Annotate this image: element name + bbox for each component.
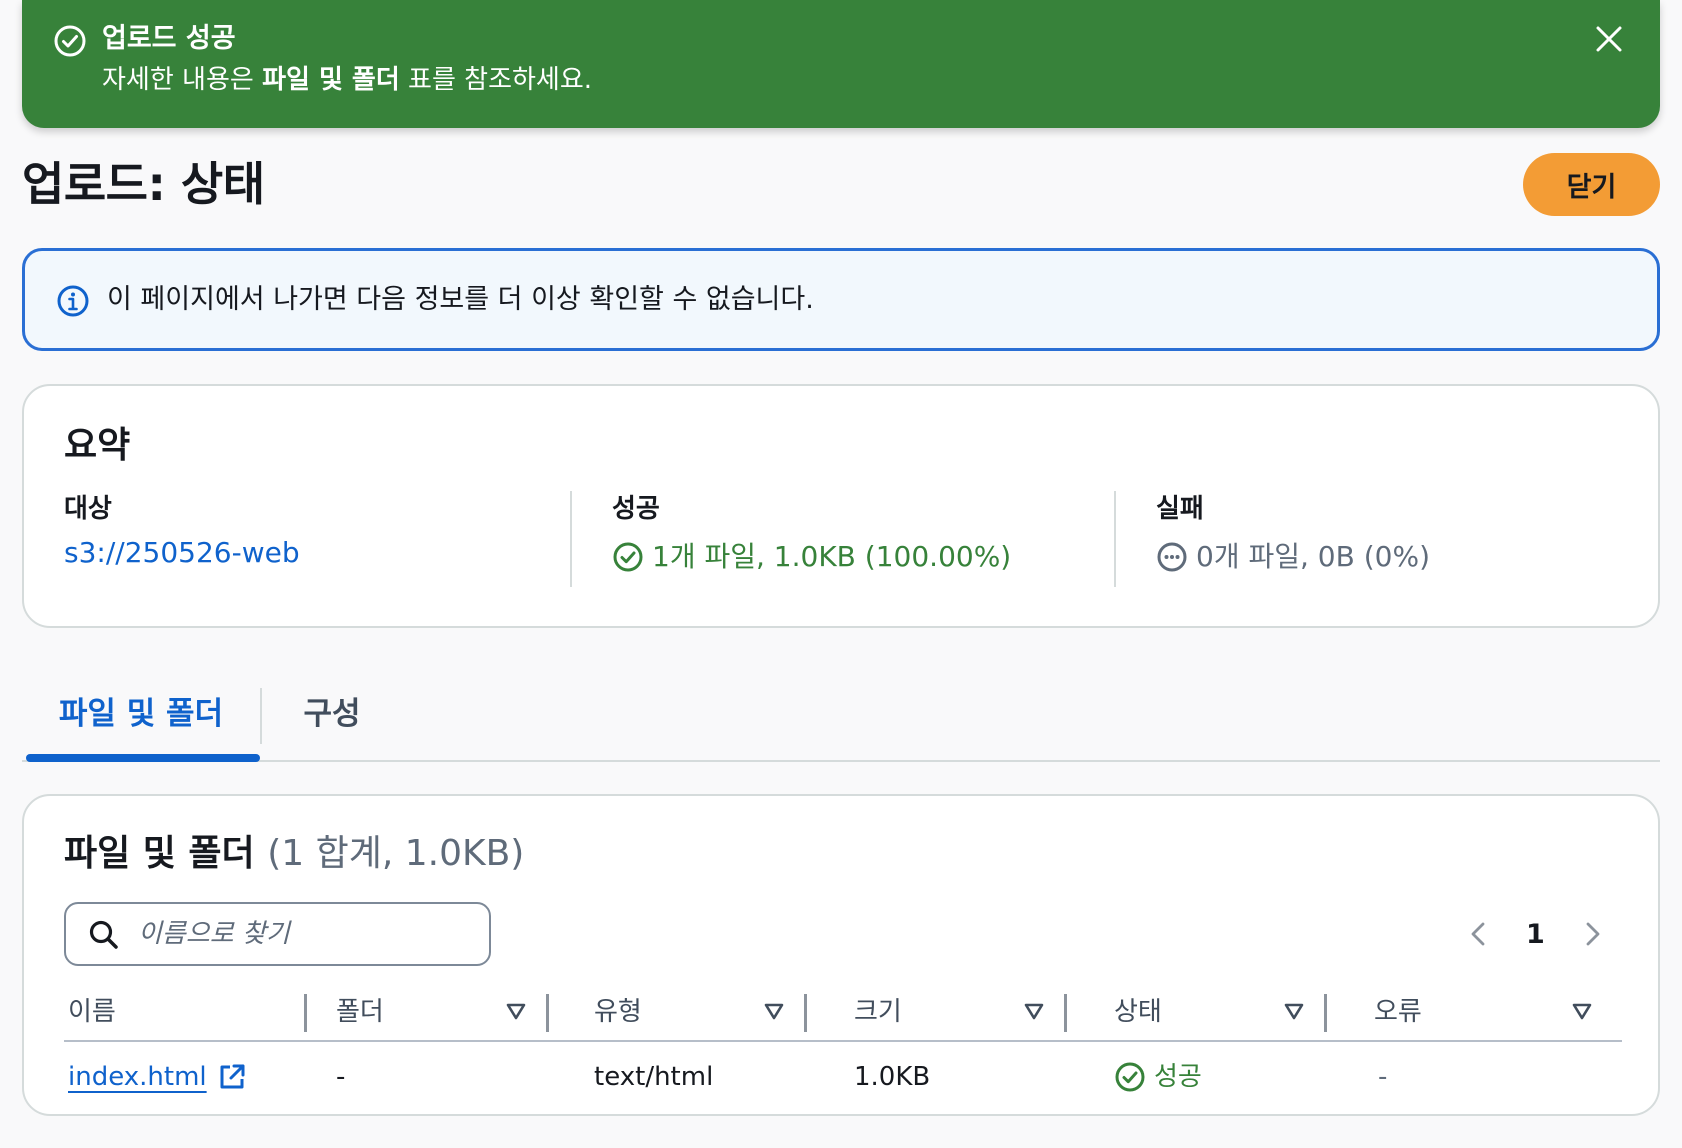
flash-description: 자세한 내용은 파일 및 폴더 표를 참조하세요.: [102, 63, 592, 97]
column-resizer[interactable]: [1064, 994, 1067, 1032]
files-title-text: 파일 및 폴더: [64, 833, 255, 874]
sort-triangle-icon[interactable]: [1022, 999, 1046, 1023]
sort-triangle-icon[interactable]: [762, 999, 786, 1023]
search-input[interactable]: [138, 914, 468, 954]
page-number[interactable]: 1: [1526, 919, 1545, 950]
tab-label: 구성: [303, 696, 361, 732]
files-card: 파일 및 폴더 (1 합계, 1.0KB) 1 이름 폴더 유형: [22, 794, 1660, 1116]
column-label: 상태: [1114, 997, 1162, 1027]
column-label: 크기: [854, 997, 902, 1027]
flash-desc-bold: 파일 및 폴더: [262, 65, 400, 95]
column-header-type[interactable]: 유형: [594, 986, 826, 1040]
fail-value: 0개 파일, 0B (0%): [1196, 540, 1430, 573]
tab-label: 파일 및 폴더: [58, 696, 224, 732]
check-circle-icon: [1115, 1062, 1145, 1092]
column-label: 폴더: [336, 997, 384, 1027]
tab-files-and-folders[interactable]: 파일 및 폴더: [22, 680, 260, 762]
success-value: 1개 파일, 1.0KB (100.00%): [652, 540, 1012, 573]
summary-card: 요약 대상 s3://250526-web 성공 1개 파일, 1.0KB (1…: [22, 384, 1660, 628]
column-header-name[interactable]: 이름: [68, 986, 307, 1040]
column-resizer[interactable]: [804, 994, 807, 1032]
sort-triangle-icon[interactable]: [504, 999, 528, 1023]
pending-circle-icon: [1157, 542, 1187, 572]
file-size: 1.0KB: [854, 1062, 931, 1092]
file-error: -: [1378, 1062, 1388, 1092]
sort-triangle-icon[interactable]: [1282, 999, 1306, 1023]
success-value-row: 1개 파일, 1.0KB (100.00%): [612, 537, 1110, 577]
flash-desc-suffix: 표를 참조하세요.: [399, 65, 593, 95]
flash-title: 업로드 성공: [102, 23, 236, 54]
flash-desc-prefix: 자세한 내용은: [102, 65, 263, 95]
summary-title: 요약: [64, 425, 131, 466]
external-link-icon: [220, 1064, 245, 1089]
success-label: 성공: [612, 494, 660, 524]
page-title: 업로드: 상태: [22, 157, 265, 211]
column-header-size[interactable]: 크기: [854, 986, 1086, 1040]
column-label: 유형: [594, 997, 642, 1027]
chevron-left-icon[interactable]: [1464, 919, 1494, 949]
file-name-link[interactable]: index.html: [68, 1044, 247, 1110]
column-header-status[interactable]: 상태: [1114, 986, 1346, 1040]
info-text: 이 페이지에서 나가면 다음 정보를 더 이상 확인할 수 없습니다.: [107, 284, 814, 315]
target-link[interactable]: s3://250526-web: [64, 533, 300, 573]
target-label: 대상: [64, 494, 112, 524]
close-button[interactable]: 닫기: [1523, 153, 1660, 216]
file-status-label: 성공: [1154, 1062, 1202, 1092]
close-icon[interactable]: [1592, 22, 1626, 56]
info-icon: [57, 285, 89, 317]
summary-target: 대상 s3://250526-web: [64, 491, 564, 587]
search-icon: [89, 920, 118, 949]
column-header-error[interactable]: 오류: [1374, 986, 1622, 1040]
files-count: (1 합계, 1.0KB): [267, 833, 525, 874]
fail-value-row: 0개 파일, 0B (0%): [1156, 537, 1634, 577]
table-header: 이름 폴더 유형 크기 상태 오류: [64, 986, 1622, 1042]
pagination: 1: [1464, 908, 1607, 960]
info-alert: 이 페이지에서 나가면 다음 정보를 더 이상 확인할 수 없습니다.: [22, 248, 1660, 351]
sort-triangle-icon[interactable]: [1570, 999, 1594, 1023]
table-row: index.html - text/html 1.0KB 성공 -: [64, 1044, 1622, 1110]
column-header-folder[interactable]: 폴더: [336, 986, 568, 1040]
active-tab-indicator: [26, 754, 260, 762]
column-label: 이름: [68, 997, 116, 1027]
column-resizer[interactable]: [304, 994, 307, 1032]
tab-list: 파일 및 폴더 구성: [22, 680, 1660, 762]
check-circle-icon: [613, 542, 643, 572]
column-resizer[interactable]: [1324, 994, 1327, 1032]
chevron-right-icon[interactable]: [1577, 919, 1607, 949]
column-resizer[interactable]: [546, 994, 549, 1032]
summary-success: 성공 1개 파일, 1.0KB (100.00%): [570, 491, 1110, 587]
file-folder: -: [336, 1062, 346, 1092]
search-box: [64, 902, 491, 966]
column-label: 오류: [1374, 997, 1422, 1027]
fail-label: 실패: [1156, 494, 1204, 524]
summary-failed: 실패 0개 파일, 0B (0%): [1114, 491, 1634, 587]
file-status: 성공: [1114, 1044, 1202, 1110]
file-type: text/html: [594, 1062, 714, 1092]
check-circle-icon: [54, 25, 86, 57]
success-flash: 업로드 성공 자세한 내용은 파일 및 폴더 표를 참조하세요.: [22, 0, 1660, 128]
file-name: index.html: [68, 1062, 207, 1092]
tab-configuration[interactable]: 구성: [262, 680, 402, 760]
files-title: 파일 및 폴더 (1 합계, 1.0KB): [64, 830, 524, 878]
